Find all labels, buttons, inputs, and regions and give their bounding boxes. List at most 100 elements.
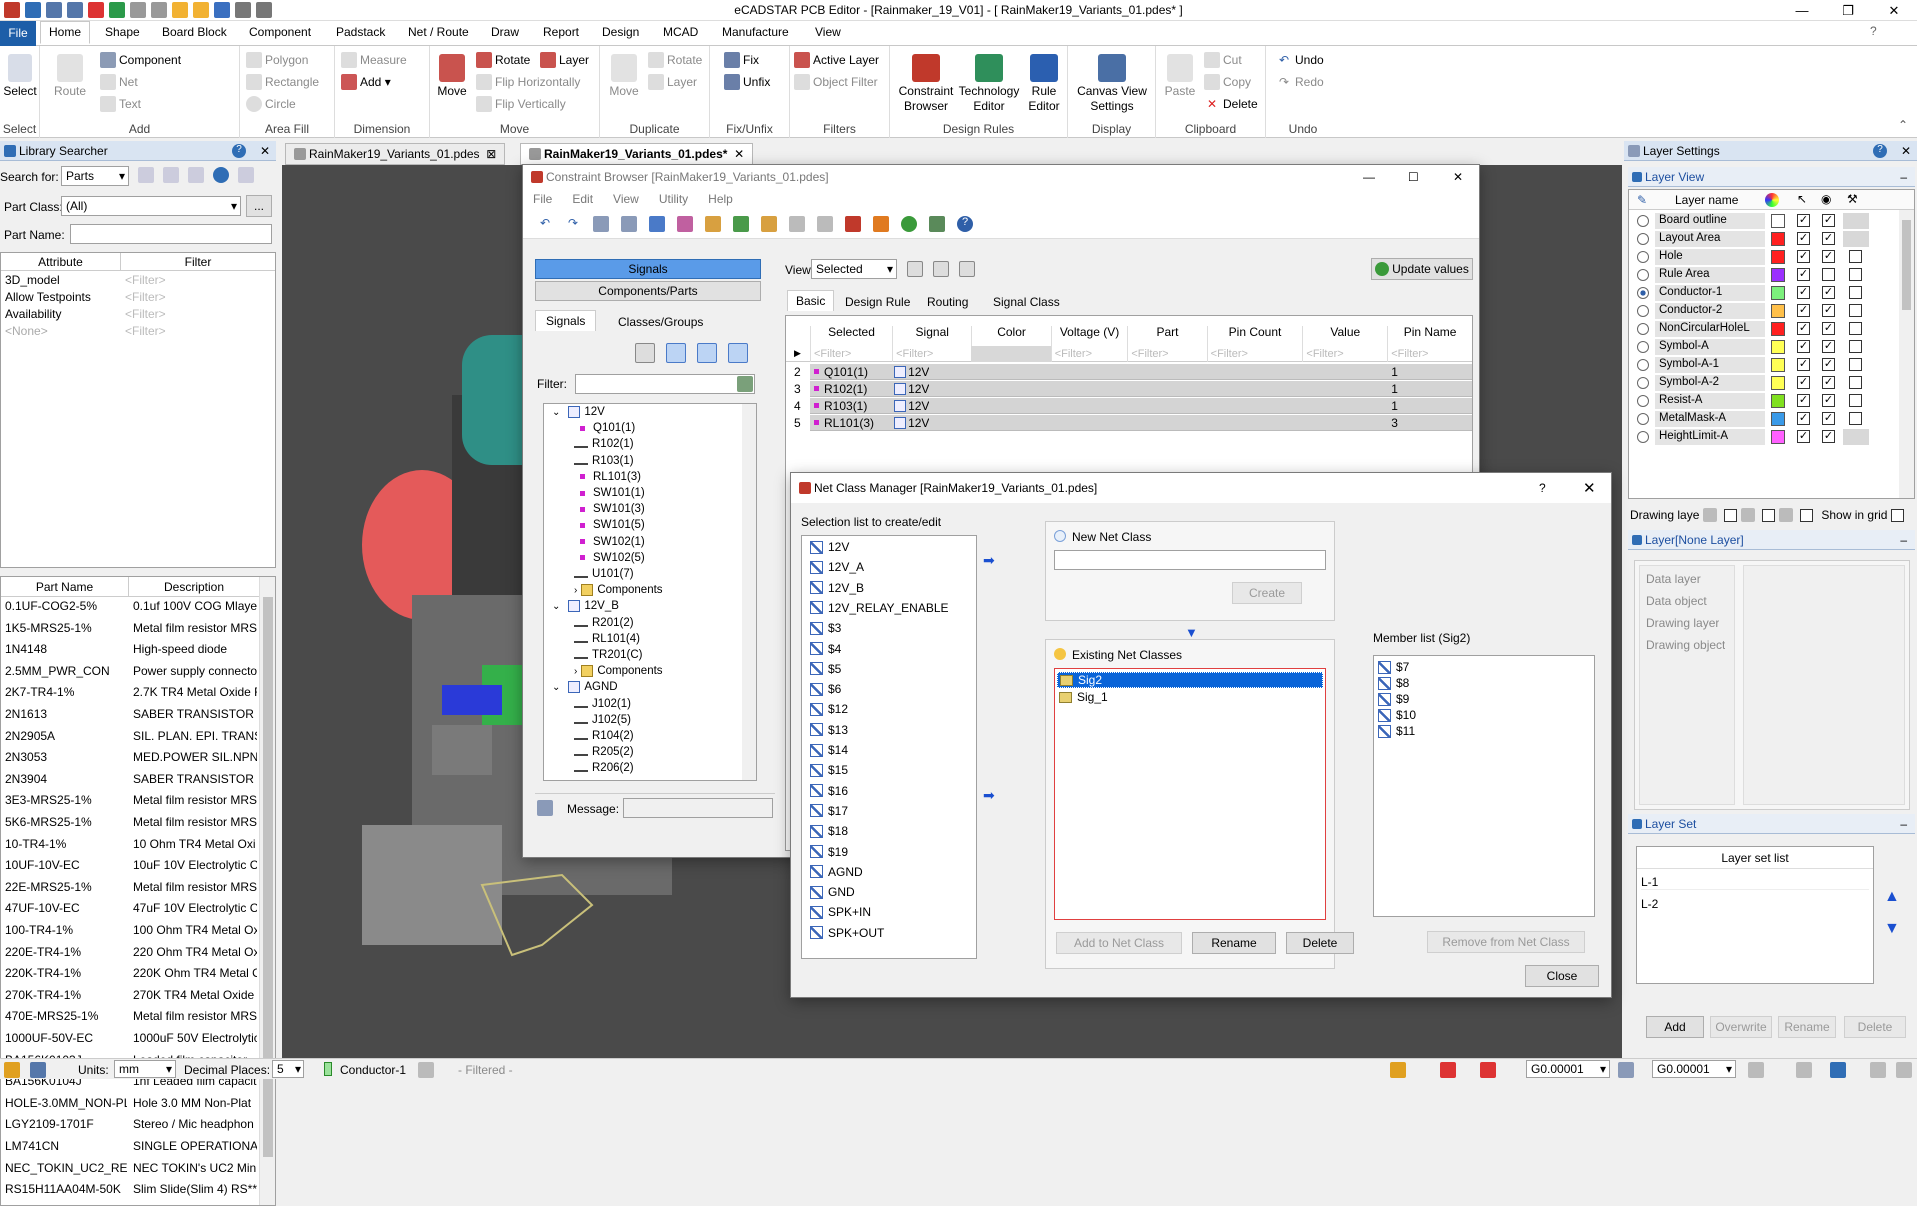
attribute-filter[interactable]: <Filter> — [125, 290, 166, 304]
part-row-name[interactable]: 10UF-10V-EC — [5, 858, 127, 872]
tb-icon-5[interactable] — [705, 215, 721, 232]
update-values-button[interactable]: Update values — [1371, 258, 1473, 280]
attribute-name[interactable]: 3D_model — [5, 273, 119, 287]
tree-node[interactable]: RL101(4) — [574, 633, 640, 645]
layer-row[interactable]: Resist-A ✓ ✓ — [1629, 392, 1899, 410]
selection-list[interactable]: 12V 12V_A 12V_B 12V_RELAY_ENABLE $3 $4 $5 $6 $12… — [801, 535, 977, 959]
tree-node[interactable]: SW101(5) — [574, 519, 645, 531]
part-row-name[interactable]: 1K5-MRS25-1% — [5, 621, 127, 635]
part-row-name[interactable]: 0.1UF-COG2-5% — [5, 599, 127, 613]
tree-node[interactable]: J102(5) — [574, 714, 631, 726]
part-row-name[interactable]: NEC_TOKIN_UC2_RELAY — [5, 1161, 127, 1175]
status-icon-6[interactable] — [1870, 1062, 1886, 1078]
collapse-icon[interactable]: – — [1900, 817, 1907, 831]
tb-icon-10[interactable] — [845, 215, 861, 232]
selection-list-item[interactable]: 12V_A — [810, 560, 864, 574]
object-filter-button[interactable]: Object Filter — [794, 74, 878, 90]
menu-help[interactable]: Help — [708, 192, 733, 206]
drawing-layer-check-1[interactable] — [1724, 508, 1738, 522]
tree-node[interactable]: › Components — [574, 665, 663, 678]
tab-signals[interactable]: Signals — [535, 310, 597, 331]
part-row-description[interactable]: SABER TRANSISTOR — [133, 707, 257, 721]
layer-color-swatch[interactable] — [1771, 232, 1785, 246]
layer-selectable-checkbox[interactable]: ✓ — [1797, 376, 1810, 389]
selection-list-item[interactable]: $17 — [810, 804, 848, 818]
attribute-name[interactable]: Allow Testpoints — [5, 290, 119, 304]
tb-icon-7[interactable] — [761, 215, 777, 232]
part-row-name[interactable]: 47UF-10V-EC — [5, 901, 127, 915]
fix-button[interactable]: Fix — [724, 52, 759, 68]
drc-icon-2[interactable] — [1480, 1062, 1496, 1078]
components-parts-button[interactable]: Components/Parts — [535, 281, 761, 301]
active-layer-radio[interactable] — [1637, 341, 1649, 353]
dimension-add-button[interactable]: Add ▾ — [341, 74, 391, 90]
help-icon[interactable]: ? — [1873, 143, 1887, 158]
layer-selectable-checkbox[interactable]: ✓ — [1797, 358, 1810, 371]
tree-node[interactable]: R104(2) — [574, 730, 634, 742]
part-row-name[interactable]: LM741CN — [5, 1139, 127, 1153]
part-row-name[interactable]: 270K-TR4-1% — [5, 988, 127, 1002]
layer-visible-checkbox[interactable]: ✓ — [1822, 430, 1835, 443]
layer-edit-checkbox[interactable] — [1849, 250, 1862, 263]
layer-row[interactable]: Rule Area ✓ — [1629, 266, 1899, 284]
part-row-description[interactable]: 100 Ohm TR4 Metal Ox — [133, 923, 257, 937]
flip-horizontal-button[interactable]: Flip Horizontally — [476, 74, 580, 90]
member-list-item[interactable]: $11 — [1378, 724, 1415, 738]
selection-list-item[interactable]: $3 — [810, 621, 841, 635]
close-tab-icon[interactable]: ⊠ — [486, 147, 496, 161]
close-button[interactable]: Close — [1525, 965, 1599, 987]
part-row-name[interactable]: 2K7-TR4-1% — [5, 685, 127, 699]
drc-icon[interactable] — [1440, 1062, 1456, 1078]
layer-selectable-checkbox[interactable]: ✓ — [1797, 304, 1810, 317]
layer-row[interactable]: Symbol-A-1 ✓ ✓ — [1629, 356, 1899, 374]
layer-color-swatch[interactable] — [1771, 268, 1785, 282]
layer-set-overwrite-button[interactable]: Overwrite — [1710, 1016, 1772, 1038]
tree-scrollbar[interactable] — [742, 404, 756, 780]
part-row-name[interactable]: HOLE-3.0MM_NON-PL — [5, 1096, 127, 1110]
part-row-description[interactable]: Metal film resistor MRS — [133, 880, 257, 894]
tab-shape[interactable]: Shape — [105, 25, 140, 39]
part-class-browse-button[interactable]: ... — [246, 195, 272, 217]
tree-toggle-icon[interactable]: › — [574, 585, 577, 596]
technology-editor-button[interactable]: Technology Editor — [956, 54, 1022, 114]
layer-edit-checkbox[interactable] — [1849, 376, 1862, 389]
rectangle-button[interactable]: Rectangle — [246, 74, 319, 90]
layer-visible-checkbox[interactable]: ✓ — [1822, 376, 1835, 389]
units-select[interactable]: mm ▾ — [114, 1060, 176, 1078]
grid-filter-cell[interactable]: <Filter> — [896, 348, 933, 360]
arrow-right-icon[interactable]: ➡ — [983, 552, 995, 569]
selection-list-item[interactable]: $14 — [810, 743, 848, 757]
tab-home[interactable]: Home — [40, 21, 91, 44]
layer-set-item-l1[interactable]: L-1 — [1641, 875, 1869, 890]
net-button[interactable]: Net — [100, 74, 138, 90]
close-panel-icon[interactable]: ✕ — [260, 144, 270, 158]
tree-node[interactable]: R102(1) — [574, 438, 634, 450]
menu-file[interactable]: File — [533, 192, 552, 206]
doc-tab-2[interactable]: RainMaker19_Variants_01.pdes* ✕ — [520, 143, 754, 165]
layer-selectable-checkbox[interactable]: ✓ — [1797, 286, 1810, 299]
toolbar-icon-4[interactable] — [238, 167, 254, 183]
layer-color-swatch[interactable] — [1771, 376, 1785, 390]
rule-editor-button[interactable]: Rule Editor — [1024, 54, 1064, 114]
part-row-description[interactable]: 10uF 10V Electrolytic C — [133, 858, 257, 872]
move-button[interactable]: Move — [432, 54, 472, 99]
part-row-description[interactable]: 47uF 10V Electrolytic C — [133, 901, 257, 915]
layer-edit-checkbox[interactable] — [1849, 322, 1862, 335]
layer-set-delete-button[interactable]: Delete — [1844, 1016, 1906, 1038]
arrow-right-icon-2[interactable]: ➡ — [983, 787, 995, 804]
move-up-icon[interactable]: ▲ — [1884, 888, 1900, 906]
layer-visible-checkbox[interactable]: ✓ — [1822, 250, 1835, 263]
filter-select[interactable]: ▾ — [575, 374, 755, 394]
active-layer-radio[interactable] — [1637, 413, 1649, 425]
grid-filter-cell[interactable]: <Filter> — [1211, 348, 1248, 360]
globe-icon[interactable] — [213, 167, 229, 183]
tree-toggle-icon[interactable]: ⌄ — [552, 407, 560, 418]
selection-list-item[interactable]: $13 — [810, 723, 848, 737]
remove-from-net-class-button[interactable]: Remove from Net Class — [1427, 931, 1585, 953]
selection-list-item[interactable]: $4 — [810, 642, 841, 656]
layer-color-swatch[interactable] — [1771, 430, 1785, 444]
existing-net-classes-list[interactable]: Sig2 Sig_1 — [1054, 668, 1326, 920]
part-row-description[interactable]: 220 Ohm TR4 Metal Ox — [133, 945, 257, 959]
tab-manufacture[interactable]: Manufacture — [722, 25, 789, 39]
tb-icon-8[interactable] — [789, 215, 805, 232]
